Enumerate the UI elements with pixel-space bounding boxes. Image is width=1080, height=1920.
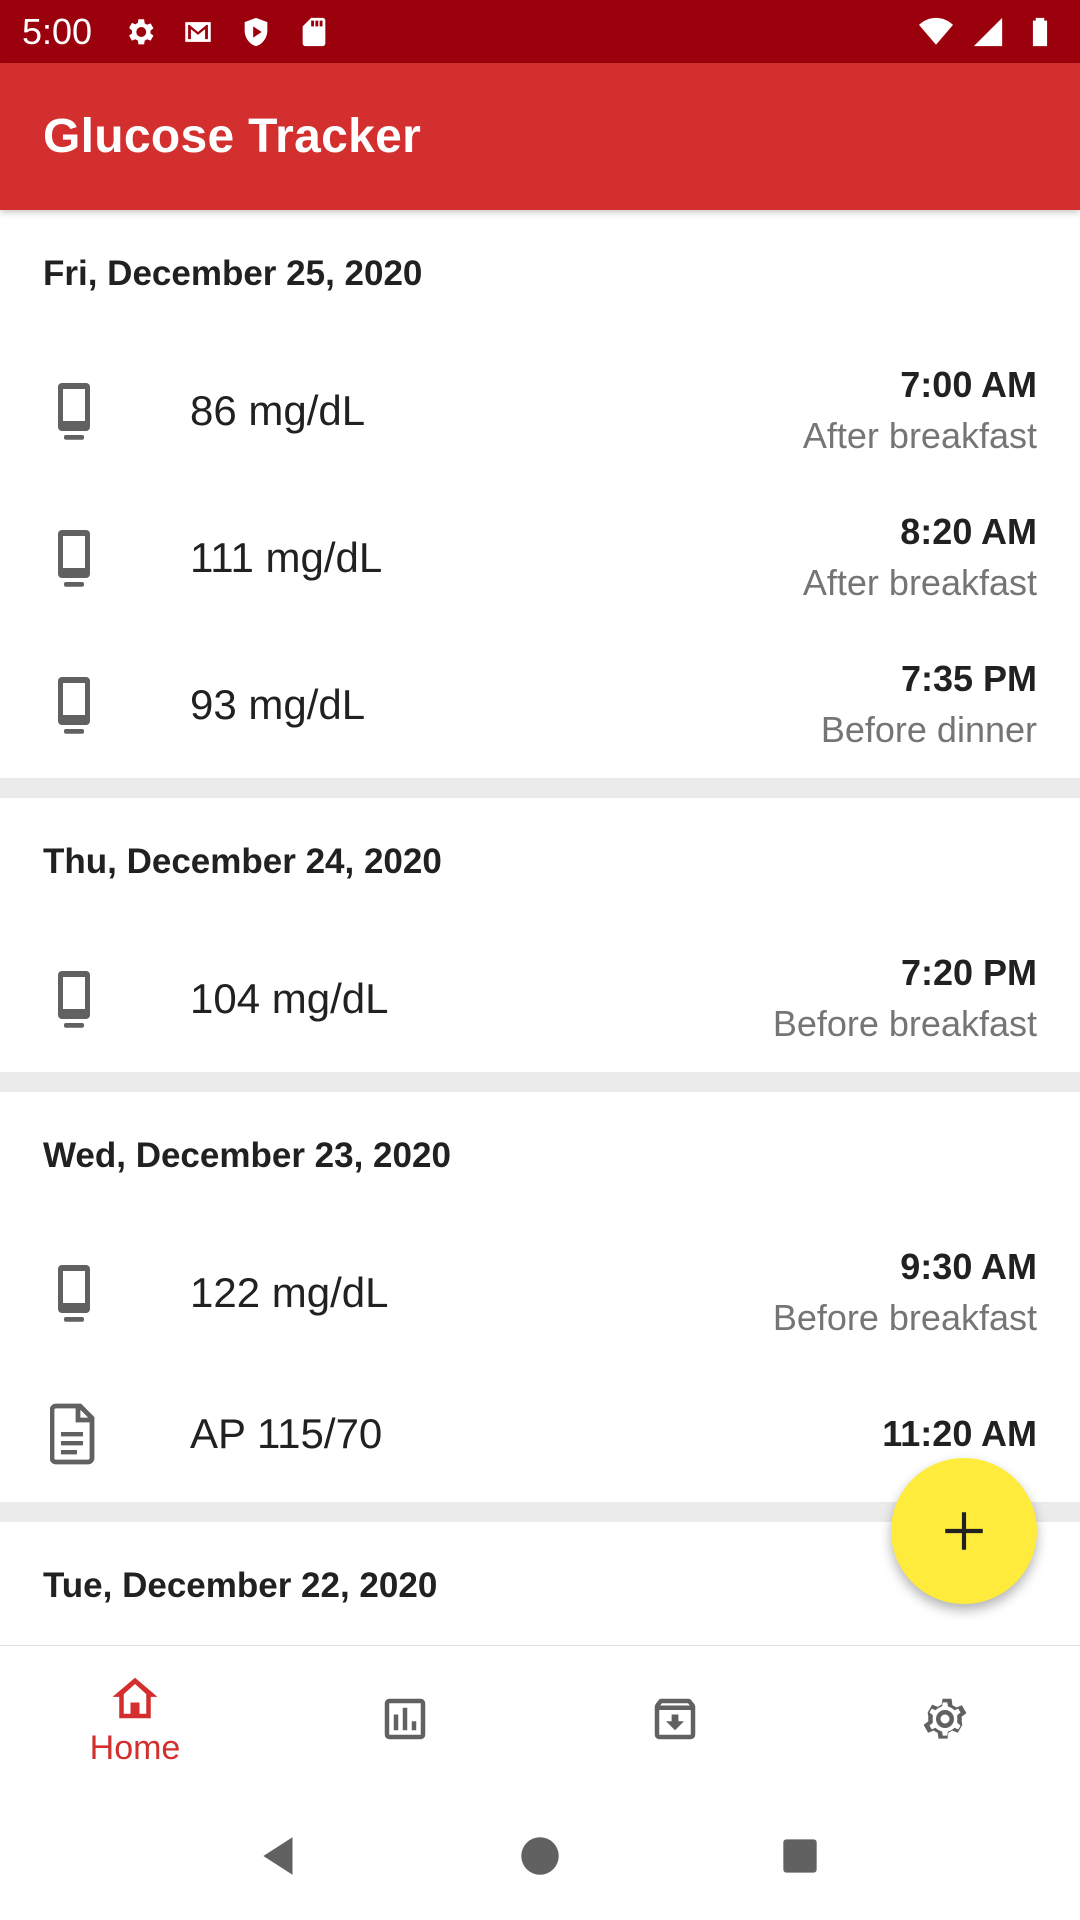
home-circle-icon [521, 1837, 559, 1875]
status-system-icons [918, 14, 1058, 50]
status-notification-icons [122, 14, 332, 50]
gmail-icon [180, 14, 216, 50]
recents-icon [783, 1839, 817, 1873]
home-icon [112, 1677, 158, 1718]
reading-note: After breakfast [802, 414, 1037, 456]
bar-chart-icon [384, 1698, 426, 1740]
nav-home-label: Home [89, 1728, 181, 1767]
status-bar: 5:00 [0, 0, 1080, 63]
settings-icon [923, 1698, 967, 1739]
reading-note: After breakfast [802, 561, 1037, 603]
home-system-button[interactable] [510, 1826, 570, 1886]
reading-meta: 7:35 PM Before dinner [821, 654, 1037, 756]
reading-meta: 7:00 AM After breakfast [803, 360, 1037, 462]
reading-note: Before dinner [820, 708, 1037, 750]
reading-time: 11:20 AM [882, 1413, 1037, 1454]
nav-home[interactable]: Home [0, 1646, 270, 1792]
day-header: Thu, December 24, 2020 [43, 841, 442, 881]
reading-entry[interactable]: 111 mg/dL 8:20 AM After breakfast [0, 484, 1080, 631]
reading-meta: 9:30 AM Before breakfast [773, 1242, 1037, 1344]
reading-meta: 7:20 PM Before breakfast [773, 948, 1037, 1050]
nav-archive[interactable] [540, 1646, 810, 1792]
reading-note: Before breakfast [772, 1296, 1037, 1338]
archive-icon [654, 1698, 696, 1740]
reading-time: 7:35 PM [900, 657, 1037, 699]
reading-note: Before breakfast [772, 1002, 1037, 1044]
nav-settings[interactable] [810, 1646, 1080, 1792]
reading-value: 93 mg/dL [190, 680, 366, 728]
reading-value: 86 mg/dL [190, 386, 366, 434]
reading-time: 7:20 PM [900, 951, 1037, 993]
reading-time: 7:00 AM [900, 363, 1037, 405]
nav-statistics[interactable] [270, 1646, 540, 1792]
reading-entry[interactable]: 93 mg/dL 7:35 PM Before dinner [0, 631, 1080, 778]
reading-value: 104 mg/dL [190, 974, 389, 1022]
day-card: Fri, December 25, 2020 86 mg/dL 7:00 AM … [0, 210, 1080, 778]
app-title: Glucose Tracker [43, 110, 422, 163]
battery-icon [1022, 14, 1058, 50]
day-card: Thu, December 24, 2020 104 mg/dL 7:20 PM… [0, 798, 1080, 1072]
reading-value: 111 mg/dL [190, 533, 383, 581]
readings-list[interactable]: Fri, December 25, 2020 86 mg/dL 7:00 AM … [0, 210, 1080, 1645]
wifi-icon [918, 14, 954, 50]
phone-icon [50, 1261, 98, 1325]
reading-time: 8:20 AM [900, 510, 1037, 552]
reading-meta: 11:20 AM [882, 1409, 1037, 1459]
day-card: Wed, December 23, 2020 122 mg/dL 9:30 AM… [0, 1092, 1080, 1502]
phone-icon [50, 673, 98, 737]
reading-value: AP 115/70 [190, 1410, 383, 1457]
document-icon [50, 1402, 98, 1466]
app-bar: Glucose Tracker [0, 63, 1080, 210]
system-navigation [0, 1792, 1080, 1920]
day-header: Fri, December 25, 2020 [43, 253, 423, 293]
reading-value: 122 mg/dL [190, 1268, 389, 1316]
shield-icon [238, 14, 274, 50]
phone-icon [50, 526, 98, 590]
plus-icon [945, 1512, 983, 1550]
day-header: Wed, December 23, 2020 [43, 1135, 451, 1175]
add-reading-button[interactable] [891, 1458, 1037, 1604]
reading-meta: 8:20 AM After breakfast [803, 507, 1037, 609]
phone-icon [50, 379, 98, 443]
gear-icon [122, 14, 158, 50]
back-button[interactable] [250, 1826, 310, 1886]
status-time: 5:00 [22, 10, 93, 52]
reading-entry[interactable]: 122 mg/dL 9:30 AM Before breakfast [0, 1219, 1080, 1366]
reading-entry[interactable]: 104 mg/dL 7:20 PM Before breakfast [0, 925, 1080, 1072]
reading-entry[interactable]: 86 mg/dL 7:00 AM After breakfast [0, 337, 1080, 484]
recents-button[interactable] [770, 1826, 830, 1886]
phone-icon [50, 967, 98, 1031]
bottom-navigation: Home [0, 1645, 1080, 1792]
sd-card-icon [296, 14, 332, 50]
signal-icon [970, 14, 1006, 50]
reading-time: 9:30 AM [900, 1245, 1037, 1287]
back-icon [263, 1837, 293, 1875]
